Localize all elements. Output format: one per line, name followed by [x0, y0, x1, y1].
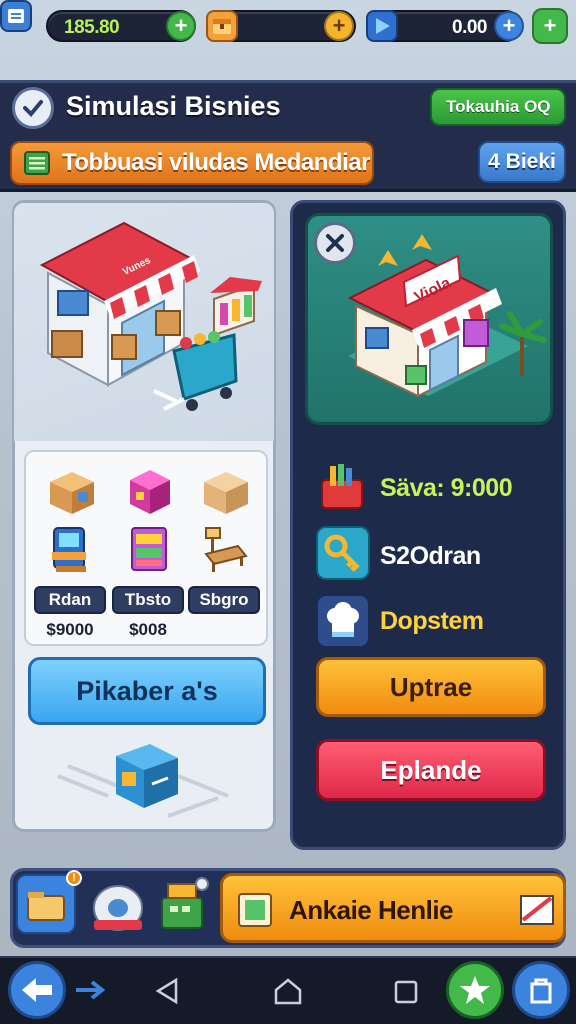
expand-button-label: Eplande: [380, 754, 482, 785]
checkmark-icon: [12, 87, 54, 129]
item-label-sbgro[interactable]: Sbgro: [188, 586, 260, 614]
display-shelf-icon[interactable]: [122, 522, 176, 576]
parcel-illustration: [57, 744, 229, 818]
page-title: Simulasi Bisnies: [66, 91, 281, 121]
chef-hat-icon: [316, 594, 370, 648]
back-arrow-icon: [22, 978, 52, 1002]
main-action-button[interactable]: Ankaie Henlie: [220, 873, 566, 943]
notification-badge: !: [66, 870, 82, 886]
stat-staff: Dopstem: [380, 607, 484, 635]
forward-arrow-icon[interactable]: [74, 978, 108, 1002]
folder-icon: [27, 892, 65, 921]
items-grid: Rdan Tbsto Sbgro $9000 $008: [24, 450, 268, 646]
store-illustration: [34, 221, 264, 411]
system-back-icon[interactable]: [152, 976, 182, 1006]
plus-icon: +: [332, 13, 346, 38]
navigation-bar: [0, 956, 576, 1024]
money-basket-icon: [321, 464, 363, 509]
stat-cash: Säva: 9:000: [380, 474, 513, 502]
upgrade-button-label: Uptrae: [389, 671, 473, 702]
purchase-button-label: Pikaber a's: [76, 675, 218, 706]
info-banner: Tobbuasi viludas Medandiar: [10, 141, 374, 185]
bottom-scene: [28, 736, 268, 828]
add-gems-button[interactable]: +: [494, 11, 524, 41]
crate-icon[interactable]: [198, 462, 252, 516]
shop-button[interactable]: [512, 961, 570, 1019]
item-label-rdan[interactable]: Rdan: [34, 586, 106, 614]
gift-box-icon[interactable]: [122, 462, 176, 516]
shop-bag-icon: [530, 978, 552, 1004]
item-price-rdan: $9000: [46, 620, 94, 639]
add-more-button[interactable]: +: [532, 8, 568, 44]
green-button-label: Tokauhia OQ: [446, 97, 551, 116]
arcade-machine-icon[interactable]: [44, 522, 98, 576]
bench-sign-icon[interactable]: [198, 522, 252, 576]
home-icon[interactable]: [272, 976, 304, 1006]
tape-button[interactable]: [88, 876, 148, 936]
add-cash-button[interactable]: +: [166, 11, 196, 41]
blue-info-button[interactable]: 4 Bieki: [478, 141, 566, 183]
blue-button-label: 4 Bieki: [488, 150, 556, 173]
gems-value: 0.00: [452, 17, 487, 38]
banner-text: Tobbuasi viludas Medandiar: [62, 149, 370, 176]
gem-icon: [366, 10, 398, 42]
menu-button[interactable]: [0, 0, 32, 32]
expand-button[interactable]: Eplande: [316, 739, 546, 801]
close-icon: [326, 234, 344, 252]
list-icon: [24, 151, 50, 175]
picture-frame-icon: [238, 893, 272, 927]
menu-icon: [8, 9, 24, 23]
stat-income: S2Odran: [380, 542, 481, 570]
favorites-button[interactable]: [446, 961, 504, 1019]
upgrade-button[interactable]: Uptrae: [316, 657, 546, 717]
chest-icon: [206, 10, 238, 42]
item-label-tbsto[interactable]: Tbsto: [112, 586, 184, 614]
currency-bar: 185.80 + + 0.00 + +: [0, 0, 576, 56]
key-icon: [316, 526, 370, 580]
cash-value: 185.80: [64, 17, 120, 38]
add-chest-button[interactable]: +: [324, 11, 354, 41]
inventory-button[interactable]: !: [16, 870, 82, 934]
close-button[interactable]: [314, 222, 356, 264]
star-icon: [460, 976, 490, 1004]
tape-roll-icon: [93, 885, 143, 931]
box-icon[interactable]: [44, 462, 98, 516]
main-action-label: Ankaie Henlie: [289, 895, 454, 925]
plus-icon: +: [502, 13, 516, 38]
mail-icon: [520, 895, 554, 925]
back-button[interactable]: [8, 961, 66, 1019]
cash-register-icon: [161, 877, 209, 929]
green-action-button[interactable]: Tokauhia OQ: [430, 88, 566, 126]
item-price-tbsto: $008: [129, 620, 167, 639]
purchase-button[interactable]: Pikaber a's: [28, 657, 266, 725]
plus-icon: +: [174, 13, 188, 38]
store-scene: Vunes: [14, 203, 274, 441]
plus-icon: +: [543, 13, 557, 38]
cashier-button[interactable]: [154, 874, 214, 934]
recents-icon[interactable]: [392, 978, 420, 1006]
